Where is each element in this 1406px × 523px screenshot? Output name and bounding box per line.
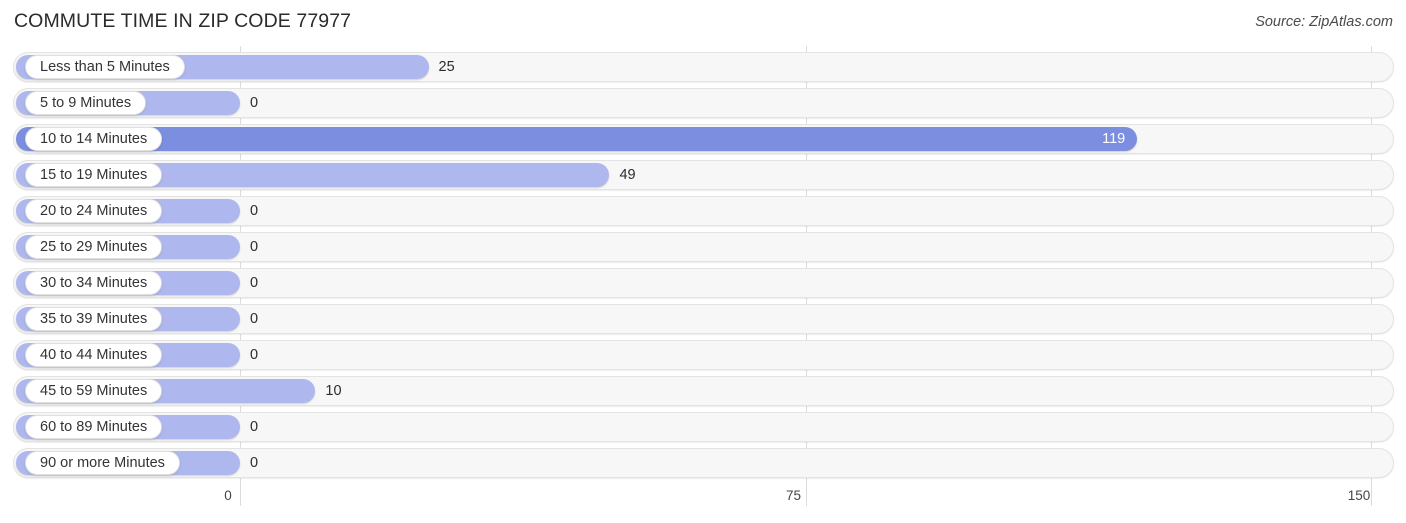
x-axis-tick-label: 0 <box>224 488 232 503</box>
bar-rows: Less than 5 Minutes 25 5 to 9 Minutes 0 119 1… <box>0 46 1406 486</box>
bar-value: 0 <box>250 95 259 111</box>
category-label: 15 to 19 Minutes <box>40 167 148 183</box>
bar: 119 <box>16 127 1138 151</box>
bar-row[interactable]: 45 to 59 Minutes 10 <box>13 376 1394 406</box>
category-label: 45 to 59 Minutes <box>40 383 148 399</box>
tick-mark <box>805 486 807 506</box>
bar-row[interactable]: 119 10 to 14 Minutes <box>13 124 1394 154</box>
category-label-pill: 5 to 9 Minutes <box>25 91 147 115</box>
bar-value: 0 <box>250 455 259 471</box>
category-label-pill: 90 or more Minutes <box>25 451 180 475</box>
bar-row[interactable]: 30 to 34 Minutes 0 <box>13 268 1394 298</box>
category-label: 35 to 39 Minutes <box>40 311 148 327</box>
bar-value: 119 <box>1102 131 1126 147</box>
category-label: 60 to 89 Minutes <box>40 419 148 435</box>
category-label: 5 to 9 Minutes <box>40 95 132 111</box>
category-label: 20 to 24 Minutes <box>40 203 148 219</box>
bar-row[interactable]: 90 or more Minutes 0 <box>13 448 1394 478</box>
category-label-pill: 15 to 19 Minutes <box>25 163 163 187</box>
chart-header: COMMUTE TIME IN ZIP CODE 77977 Source: Z… <box>0 0 1406 46</box>
bar-value: 0 <box>250 239 259 255</box>
category-label-pill: 60 to 89 Minutes <box>25 415 163 439</box>
bar-row[interactable]: 15 to 19 Minutes 49 <box>13 160 1394 190</box>
commute-time-bar-chart: COMMUTE TIME IN ZIP CODE 77977 Source: Z… <box>0 0 1406 523</box>
bar-value: 10 <box>325 383 342 399</box>
bar-value: 49 <box>619 167 636 183</box>
bar-value: 0 <box>250 275 259 291</box>
x-axis: 0 75 150 <box>0 486 1406 523</box>
bar-row[interactable]: 20 to 24 Minutes 0 <box>13 196 1394 226</box>
category-label-pill: 20 to 24 Minutes <box>25 199 163 223</box>
category-label-pill: 35 to 39 Minutes <box>25 307 163 331</box>
category-label-pill: 10 to 14 Minutes <box>25 127 163 151</box>
category-label-pill: 25 to 29 Minutes <box>25 235 163 259</box>
category-label: 10 to 14 Minutes <box>40 131 148 147</box>
page-title: COMMUTE TIME IN ZIP CODE 77977 <box>14 10 352 32</box>
bar-row[interactable]: Less than 5 Minutes 25 <box>13 52 1394 82</box>
bar-row[interactable]: 35 to 39 Minutes 0 <box>13 304 1394 334</box>
bar-value: 0 <box>250 419 259 435</box>
bar-value: 0 <box>250 311 259 327</box>
bar-value: 0 <box>250 347 259 363</box>
bar-row[interactable]: 60 to 89 Minutes 0 <box>13 412 1394 442</box>
category-label: 30 to 34 Minutes <box>40 275 148 291</box>
category-label: 25 to 29 Minutes <box>40 239 148 255</box>
category-label-pill: Less than 5 Minutes <box>25 55 185 79</box>
category-label: Less than 5 Minutes <box>40 59 170 75</box>
source-attribution: Source: ZipAtlas.com <box>1255 14 1393 30</box>
tick-mark <box>1371 486 1372 506</box>
category-label-pill: 45 to 59 Minutes <box>25 379 163 403</box>
bar-value: 0 <box>250 203 259 219</box>
category-label-pill: 30 to 34 Minutes <box>25 271 163 295</box>
x-axis-tick-label: 75 <box>785 488 802 503</box>
category-label: 90 or more Minutes <box>40 455 165 471</box>
bar-row[interactable]: 40 to 44 Minutes 0 <box>13 340 1394 370</box>
bar-row[interactable]: 5 to 9 Minutes 0 <box>13 88 1394 118</box>
plot-area: Less than 5 Minutes 25 5 to 9 Minutes 0 119 1… <box>0 46 1406 486</box>
tick-mark <box>240 486 241 506</box>
bar-value: 25 <box>438 59 455 75</box>
category-label-pill: 40 to 44 Minutes <box>25 343 163 367</box>
bar-row[interactable]: 25 to 29 Minutes 0 <box>13 232 1394 262</box>
x-axis-tick-label: 150 <box>1347 488 1371 503</box>
category-label: 40 to 44 Minutes <box>40 347 148 363</box>
